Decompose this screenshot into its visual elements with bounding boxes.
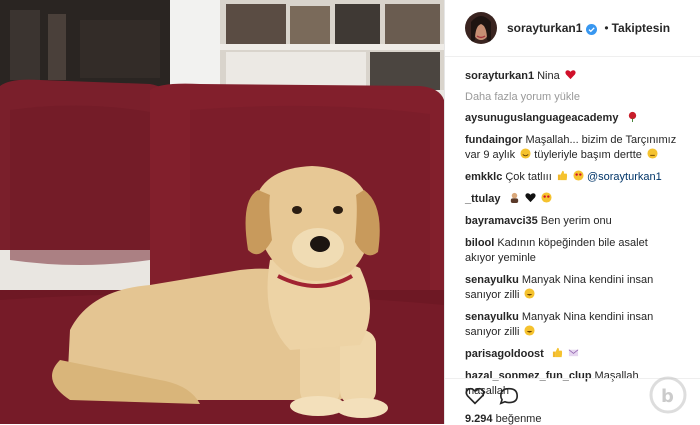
- svg-text:b: b: [661, 386, 674, 407]
- comment-username[interactable]: emkklc: [465, 171, 502, 183]
- list-item: fundaingor Maşallah... bizim de Tarçınımı…: [465, 133, 680, 163]
- comment-username[interactable]: _ttulay: [465, 193, 500, 205]
- comment-mention[interactable]: @sorayturkan1: [587, 171, 662, 183]
- caption-username[interactable]: sorayturkan1: [465, 70, 534, 82]
- neutral-face-icon: [647, 148, 658, 159]
- avatar[interactable]: [465, 12, 497, 44]
- comment-icon[interactable]: [499, 387, 519, 410]
- comment-text-continued: tüyleriyle başım dertte: [534, 149, 642, 161]
- watermark-logo: b: [648, 375, 688, 420]
- comment-username[interactable]: parisagoldoost: [465, 348, 544, 360]
- list-item: aysunuguslanguageacademy: [465, 111, 680, 126]
- caption: sorayturkan1 Nina: [465, 69, 680, 84]
- dog-on-sofa-image: [0, 0, 444, 424]
- comment-username[interactable]: bayramavci35: [465, 215, 538, 227]
- grinning-face-icon: [524, 288, 536, 299]
- author-username[interactable]: sorayturkan1: [507, 21, 582, 35]
- heart-eyes-icon: [541, 192, 552, 203]
- list-item: emkklc Çok tatlııı @sorayturkan1: [465, 170, 680, 185]
- heart-eyes-icon: [573, 170, 584, 181]
- person-icon: [510, 192, 518, 203]
- comment-username[interactable]: senayulku: [465, 311, 519, 323]
- thumbs-up-icon: [557, 170, 567, 181]
- separator-dot: •: [604, 21, 609, 35]
- comment-username[interactable]: senayulku: [465, 274, 519, 286]
- follow-status-button[interactable]: Takiptesin: [612, 21, 670, 35]
- list-item: senayulku Manyak Nina kendini insan sanıy…: [465, 310, 680, 340]
- love-letter-icon: [568, 349, 579, 357]
- comments-list: sorayturkan1 Nina Daha fazla yorum yükle …: [445, 57, 700, 399]
- list-item: bayramavci35 Ben yerim onu: [465, 214, 680, 229]
- list-item: _ttulay: [465, 192, 680, 207]
- smiling-face-icon: [520, 148, 531, 159]
- grinning-face-icon: [524, 325, 536, 336]
- post-side-panel: sorayturkan1 • Takiptesin sorayturkan1 Ni…: [444, 0, 700, 425]
- load-more-comments-link[interactable]: Daha fazla yorum yükle: [465, 91, 680, 103]
- caption-text: Nina: [537, 70, 560, 82]
- comment-username[interactable]: fundaingor: [465, 134, 522, 146]
- post-photo[interactable]: [0, 0, 444, 424]
- comment-username[interactable]: aysunuguslanguageacademy: [465, 112, 618, 124]
- comment-username[interactable]: bilool: [465, 237, 494, 249]
- black-heart-icon: [524, 193, 536, 203]
- comment-text: Ben yerim onu: [540, 215, 612, 227]
- list-item: bilool Kadının köpeğinden bile asalet akı…: [465, 236, 680, 266]
- likes-count[interactable]: 9.294 beğenme: [465, 413, 541, 425]
- list-item: parisagoldoost: [465, 347, 680, 362]
- verified-badge-icon: [586, 23, 598, 35]
- list-item: senayulku Manyak Nina kendini insan sanıy…: [465, 273, 680, 303]
- rose-icon: [628, 111, 636, 122]
- post-header: sorayturkan1 • Takiptesin: [445, 0, 700, 57]
- heart-icon[interactable]: [465, 387, 485, 410]
- comment-text: Çok tatlııı: [505, 171, 552, 183]
- red-heart-icon: [565, 70, 576, 80]
- thumbs-up-icon: [552, 347, 562, 358]
